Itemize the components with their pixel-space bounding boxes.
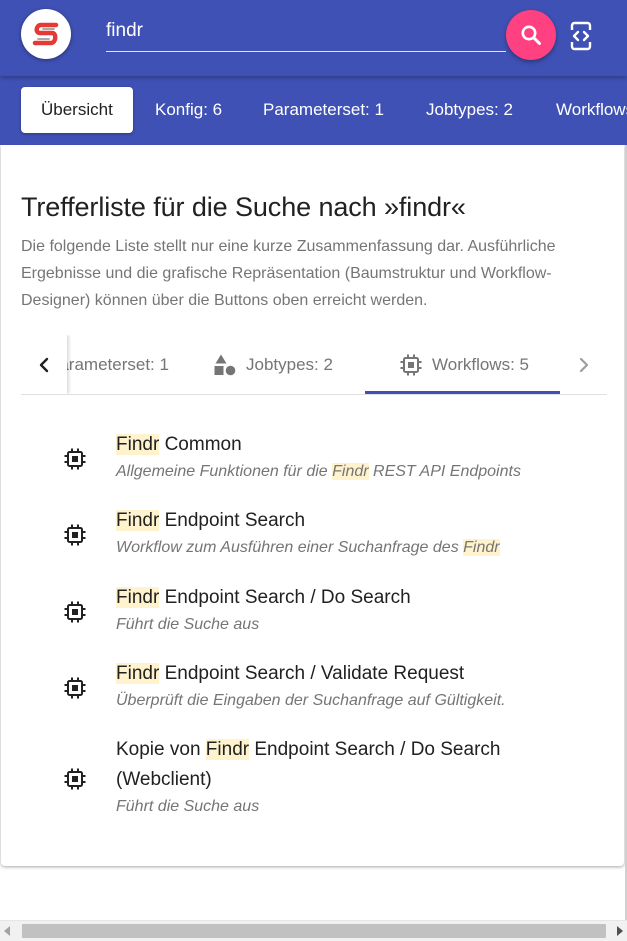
result-item[interactable]: Kopie von Findr Endpoint Search / Do Sea… (1, 735, 624, 821)
search-highlight: Findr (463, 539, 500, 556)
result-item[interactable]: Findr Common Allgemeine Funktionen für d… (1, 430, 624, 494)
results-description: Die folgende Liste stellt nur eine kurze… (21, 238, 556, 309)
search-highlight: Findr (116, 587, 160, 608)
chip-icon (400, 354, 422, 375)
nav-parameterset-button[interactable]: Parameterset: 1 (263, 87, 384, 133)
scrollbar-thumb[interactable] (22, 924, 606, 938)
result-subtitle: Führt die Suche aus (116, 796, 596, 818)
result-title-text: Endpoint Search / Do Search (159, 587, 411, 608)
scroll-left-arrow-icon[interactable] (4, 926, 10, 936)
result-title-text: Endpoint Search (159, 510, 306, 531)
result-subtitle-text: Workflow zum Ausführen einer Suchanfrage… (116, 539, 464, 556)
tab-workflows[interactable]: Workflows: 5 (399, 335, 529, 394)
nav-overview-button[interactable]: Übersicht (21, 87, 133, 133)
scroll-right-arrow-icon[interactable] (617, 926, 623, 936)
result-title: Findr Endpoint Search / Validate Request (116, 659, 586, 689)
result-title-text: Endpoint Search / Validate Request (159, 663, 465, 684)
tabs-scroll-right-button[interactable] (561, 335, 607, 394)
result-subtitle: Führt die Suche aus (116, 614, 596, 636)
chevron-right-icon (579, 357, 589, 372)
results-card: Trefferliste für die Suche nach »findr« … (1, 145, 624, 866)
result-subtitle: Überprüft die Eingaben der Suchanfrage a… (116, 690, 596, 712)
search-highlight: Findr (116, 434, 160, 455)
tab-workflows-label: Workflows: 5 (432, 354, 529, 374)
nav-workflows-button[interactable]: Workflows: 5 (556, 87, 627, 133)
search-highlight: Findr (116, 510, 160, 531)
result-title-text: Common (159, 434, 242, 455)
result-tabs: Parameterset: 1 Jobtypes: 2 Workflows: 5 (21, 335, 607, 395)
result-title: Findr Common (116, 430, 586, 460)
result-subtitle-text: REST API Endpoints (368, 463, 521, 480)
chip-icon (64, 524, 86, 546)
result-title-text: Kopie von (116, 739, 206, 760)
result-subtitle: Workflow zum Ausführen einer Suchanfrage… (116, 537, 596, 559)
page-title: Trefferliste für die Suche nach »findr« (21, 192, 466, 222)
result-item[interactable]: Findr Endpoint Search / Validate Request… (1, 659, 624, 723)
result-title: Findr Endpoint Search (116, 506, 586, 536)
shapes-icon (214, 354, 236, 375)
result-subtitle-text: Führt die Suche aus (116, 616, 260, 633)
search-highlight: Findr (205, 739, 250, 760)
result-subtitle-text: Überprüft die Eingaben der Suchanfrage a… (116, 692, 506, 709)
tabs-scroll-left-button[interactable] (21, 335, 67, 394)
code-brackets-icon (569, 21, 593, 51)
horizontal-scrollbar[interactable] (0, 920, 627, 941)
search-highlight: Findr (116, 663, 160, 684)
search-icon (521, 25, 541, 45)
tab-jobtypes[interactable]: Jobtypes: 2 (213, 335, 333, 394)
result-subtitle: Allgemeine Funktionen für die Findr REST… (116, 461, 596, 483)
result-title: Findr Endpoint Search / Do Search (116, 583, 586, 613)
result-title: Kopie von Findr Endpoint Search / Do Sea… (116, 735, 536, 795)
search-field (106, 12, 506, 52)
chip-icon (64, 601, 86, 623)
result-item[interactable]: Findr Endpoint Search / Do Search Führt … (1, 583, 624, 647)
result-item[interactable]: Findr Endpoint Search Workflow zum Ausfü… (1, 506, 624, 570)
app-logo[interactable] (21, 9, 71, 59)
search-highlight: Findr (332, 463, 369, 480)
search-input[interactable] (106, 12, 506, 50)
code-view-button[interactable] (566, 18, 596, 54)
nav-jobtypes-button[interactable]: Jobtypes: 2 (426, 87, 513, 133)
app-bar (0, 0, 627, 76)
active-tab-indicator (365, 391, 560, 394)
chip-icon (64, 768, 86, 790)
chip-icon (64, 677, 86, 699)
result-subtitle-text: Allgemeine Funktionen für die (116, 463, 333, 480)
nav-konfig-button[interactable]: Konfig: 6 (155, 87, 222, 133)
chevron-left-icon (39, 357, 49, 372)
result-subtitle-text: Führt die Suche aus (116, 798, 260, 815)
tab-jobtypes-label: Jobtypes: 2 (246, 354, 333, 374)
search-button[interactable] (506, 10, 556, 60)
section-nav: Übersicht Konfig: 6 Parameterset: 1 Jobt… (0, 76, 627, 145)
chip-icon (64, 448, 86, 470)
s-logo-icon (27, 15, 65, 53)
